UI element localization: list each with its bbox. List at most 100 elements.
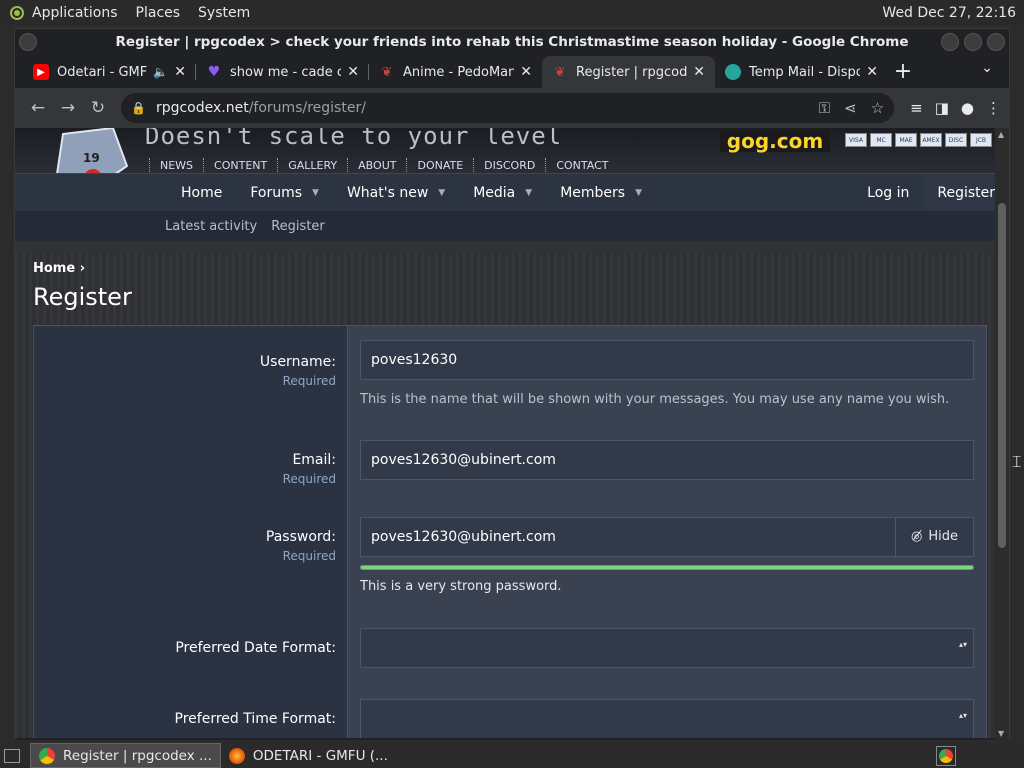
password-field[interactable]: poves12630@ubinert.com ◎̸ Hide	[360, 517, 974, 557]
subnav-content[interactable]: CONTENT	[203, 158, 277, 173]
close-window-icon[interactable]	[987, 33, 1005, 51]
email-input[interactable]: poves12630@ubinert.com	[360, 440, 974, 480]
tempmail-icon	[725, 64, 741, 80]
email-label: Email: Required	[282, 452, 336, 486]
chrome-window: Register | rpgcodex > check your friends…	[14, 28, 1010, 740]
menu-places[interactable]: Places	[136, 5, 181, 21]
chevron-down-icon[interactable]: ▼	[312, 188, 319, 198]
back-icon[interactable]: ←	[23, 93, 53, 123]
key-icon[interactable]: ⚿	[819, 99, 830, 117]
chevron-down-icon[interactable]: ▼	[635, 188, 642, 198]
chevron-right-icon: ›	[79, 261, 86, 276]
required-text: Required	[282, 472, 336, 486]
page-content: Home › Register Username: Required poves1…	[15, 253, 1009, 738]
chrome-icon	[39, 747, 55, 764]
maximize-icon[interactable]	[964, 33, 982, 51]
page-title: Register	[33, 283, 132, 311]
taskbar-label: Register | rpgcodex ...	[63, 747, 212, 764]
scrollbar-thumb[interactable]	[998, 203, 1006, 548]
tab-search-icon[interactable]: ⌄	[981, 60, 993, 76]
page-scrollbar[interactable]: ▲ ▼	[995, 128, 1009, 740]
date-format-label: Preferred Date Format:	[175, 640, 336, 656]
codex-icon: ❦	[381, 64, 393, 80]
reload-icon[interactable]: ↻	[83, 93, 113, 123]
close-tab-icon[interactable]: ✕	[693, 64, 705, 80]
close-tab-icon[interactable]: ✕	[866, 64, 878, 80]
show-desktop-icon[interactable]	[4, 748, 20, 763]
profile-icon[interactable]: ●	[961, 99, 974, 117]
close-tab-icon[interactable]: ✕	[174, 64, 186, 80]
tab-temp-mail[interactable]: Temp Mail - Dispo ✕	[715, 56, 888, 88]
nav-members[interactable]: Members ▼	[546, 185, 656, 201]
tab-show-me[interactable]: ♥ show me - cade cl ✕	[196, 56, 369, 88]
tab-label: show me - cade cl	[230, 64, 342, 80]
time-format-select[interactable]	[360, 699, 974, 738]
subnav-donate[interactable]: DONATE	[406, 158, 473, 173]
breadcrumb-home[interactable]: Home	[33, 261, 75, 276]
site-banner: Doesn't scale to your level gog.com VISA…	[15, 128, 1009, 173]
new-tab-button[interactable]: +	[888, 56, 918, 88]
latest-activity-link[interactable]: Latest activity	[165, 219, 257, 234]
chevron-down-icon[interactable]: ▼	[525, 188, 532, 198]
subnav-contact[interactable]: CONTACT	[545, 158, 618, 173]
minimize-icon[interactable]	[941, 33, 959, 51]
maestro-icon: MAE	[895, 133, 917, 147]
os-top-panel: Applications Places System Wed Dec 27, 2…	[0, 0, 1024, 25]
close-tab-icon[interactable]: ✕	[520, 64, 532, 80]
username-input[interactable]: poves12630	[360, 340, 974, 380]
tab-register[interactable]: ❦ Register | rpgcode ✕	[542, 56, 715, 88]
secondary-nav: Latest activity Register	[15, 211, 1009, 241]
login-link[interactable]: Log in	[853, 174, 923, 212]
nav-home[interactable]: Home	[167, 185, 236, 201]
tab-label: Anime - PedoMan	[403, 64, 515, 80]
tab-odetari[interactable]: ▶ Odetari - GMF 🔈 ✕	[23, 56, 196, 88]
tray-chrome-icon[interactable]	[936, 745, 956, 766]
audio-icon[interactable]: 🔈	[153, 65, 168, 79]
share-icon[interactable]: ⋖	[844, 99, 857, 117]
taskbar-item-firefox[interactable]: ODETARI - GMFU (...	[221, 743, 396, 768]
mouse-cursor-icon: ⌶	[1012, 452, 1022, 471]
payment-cards: VISA MC MAE AMEX DISC JCB	[845, 133, 992, 147]
close-tab-icon[interactable]: ✕	[347, 64, 359, 80]
gnome-foot-icon[interactable]	[10, 5, 24, 20]
clock[interactable]: Wed Dec 27, 22:16	[882, 5, 1016, 21]
time-format-label: Preferred Time Format:	[174, 711, 336, 727]
menu-system[interactable]: System	[198, 5, 250, 21]
address-bar[interactable]: 🔒 rpgcodex.net/forums/register/ ⚿ ⋖ ☆	[121, 93, 895, 123]
tab-label: Odetari - GMF	[57, 64, 148, 80]
lock-icon[interactable]: 🔒	[131, 101, 146, 115]
menu-kebab-icon[interactable]: ⋮	[986, 99, 1001, 117]
nav-forums[interactable]: Forums ▼	[236, 185, 333, 201]
password-strength-meter	[360, 565, 974, 570]
tab-label: Register | rpgcode	[576, 64, 688, 80]
subnav-about[interactable]: ABOUT	[347, 158, 406, 173]
subnav-gallery[interactable]: GALLERY	[277, 158, 347, 173]
heart-icon: ♥	[207, 64, 221, 80]
hide-password-button[interactable]: ◎̸ Hide	[895, 518, 973, 556]
nav-whats-new[interactable]: What's new ▼	[333, 185, 459, 201]
breadcrumb[interactable]: Home ›	[33, 261, 85, 276]
register-form: Username: Required poves12630 This is the…	[33, 325, 987, 738]
media-control-icon[interactable]: ≡	[910, 99, 923, 117]
chevron-down-icon[interactable]: ▼	[438, 188, 445, 198]
nav-media[interactable]: Media ▼	[459, 185, 546, 201]
nav-label: Members	[560, 184, 626, 201]
forward-icon[interactable]: →	[53, 93, 83, 123]
taskbar-item-chrome[interactable]: Register | rpgcodex ...	[30, 743, 221, 768]
tab-anime[interactable]: ❦ Anime - PedoMan ✕	[369, 56, 542, 88]
subnav-news[interactable]: NEWS	[149, 158, 203, 173]
date-format-select[interactable]	[360, 628, 974, 668]
nav-label: Media	[473, 184, 516, 201]
password-input[interactable]: poves12630@ubinert.com	[371, 529, 556, 545]
side-panel-icon[interactable]: ◨	[935, 99, 949, 117]
codex-icon: ❦	[554, 64, 566, 80]
subnav-discord[interactable]: DISCORD	[473, 158, 545, 173]
bookmark-star-icon[interactable]: ☆	[871, 99, 884, 117]
nav-label: Forums	[250, 184, 303, 201]
required-text: Required	[282, 374, 336, 388]
secnav-register-link[interactable]: Register	[271, 219, 325, 234]
gog-ad[interactable]: gog.com	[720, 130, 830, 152]
menu-applications[interactable]: Applications	[32, 5, 118, 21]
window-menu-icon[interactable]	[19, 33, 37, 51]
url-domain: rpgcodex.net	[155, 100, 249, 116]
